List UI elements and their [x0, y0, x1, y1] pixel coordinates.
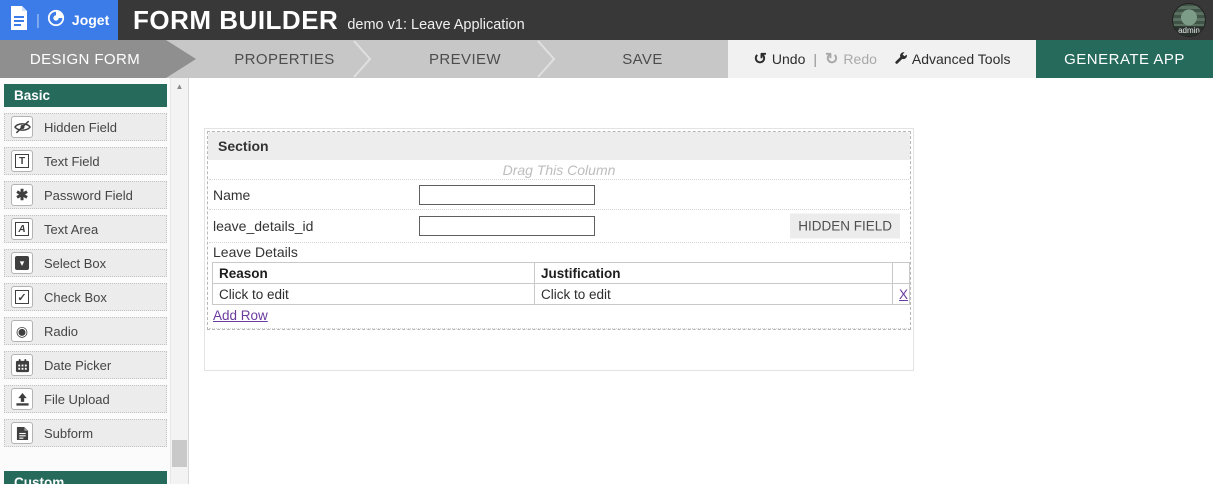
field-label: leave_details_id	[213, 218, 314, 234]
logo-divider: |	[36, 11, 40, 29]
form-section[interactable]: Section Drag This Column Name leave_deta…	[207, 131, 911, 330]
palette-item-label: Check Box	[44, 289, 107, 305]
palette-item-label: Hidden Field	[44, 119, 117, 135]
palette-item-text-field[interactable]: T Text Field	[4, 147, 167, 175]
form-field-name[interactable]: Name	[209, 179, 909, 209]
top-header: | Joget FORM BUILDER demo v1: Leave Appl…	[0, 0, 1213, 40]
undo-button[interactable]: Undo	[772, 51, 805, 67]
palette-item-label: Select Box	[44, 255, 107, 271]
grid-header-row: Reason Justification	[212, 262, 910, 284]
eye-slash-icon	[11, 116, 33, 138]
form-design-area: Section Drag This Column Name leave_deta…	[204, 128, 914, 371]
advanced-tools-button[interactable]: Advanced Tools	[894, 51, 1011, 68]
document-icon	[11, 422, 33, 444]
grid-column-justification: Justification	[534, 262, 893, 284]
palette-item-label: Text Area	[44, 221, 99, 237]
element-palette: Basic Hidden Field T Text Field ✱ Passwo…	[0, 78, 170, 484]
logo-area[interactable]: | Joget	[0, 0, 118, 40]
undo-redo-panel: ↺ Undo | ↻ Redo Advanced Tools	[728, 40, 1036, 78]
grid-column-reason: Reason	[212, 262, 535, 284]
palette-item-label: Text Field	[44, 153, 100, 169]
form-grid-element[interactable]: Leave Details Reason Justification Click…	[209, 242, 910, 329]
name-input[interactable]	[419, 184, 595, 205]
page-subtitle: demo v1: Leave Application	[347, 17, 525, 33]
document-page-icon	[9, 5, 29, 36]
grid-cell-reason[interactable]: Click to edit	[212, 283, 535, 305]
palette-section-basic[interactable]: Basic	[4, 84, 167, 107]
boxed-t-icon: T	[11, 150, 33, 172]
form-builder-app: | Joget FORM BUILDER demo v1: Leave Appl…	[0, 0, 1213, 484]
palette-item-label: File Upload	[44, 391, 110, 407]
avatar-label: admin	[1173, 26, 1205, 36]
brand-name: Joget	[71, 12, 110, 28]
palette-section-custom[interactable]: Custom	[4, 471, 167, 484]
main-content: Basic Hidden Field T Text Field ✱ Passwo…	[0, 78, 1213, 484]
palette-item-label: Password Field	[44, 187, 133, 203]
form-canvas: Section Drag This Column Name leave_deta…	[188, 78, 1213, 484]
chevron-separator-icon	[537, 40, 556, 78]
grid-column-actions	[892, 262, 910, 284]
palette-item-label: Radio	[44, 323, 78, 339]
palette-item-radio[interactable]: ◉ Radio	[4, 317, 167, 345]
palette-item-file-upload[interactable]: File Upload	[4, 385, 167, 413]
calendar-icon	[11, 354, 33, 376]
add-row-link[interactable]: Add Row	[213, 308, 268, 323]
avatar[interactable]: admin	[1172, 3, 1206, 37]
palette-item-label: Date Picker	[44, 357, 112, 373]
grid-cell-justification[interactable]: Click to edit	[534, 283, 893, 305]
section-header[interactable]: Section	[208, 132, 910, 160]
field-label: Name	[213, 186, 251, 203]
grid-label: Leave Details	[213, 244, 298, 260]
boxed-a-icon: A	[11, 218, 33, 240]
tab-bar: DESIGN FORM PROPERTIES PREVIEW SAVE ↺ Un…	[0, 40, 1213, 78]
upload-icon	[11, 388, 33, 410]
chevron-separator-icon	[353, 40, 372, 78]
palette-item-text-area[interactable]: A Text Area	[4, 215, 167, 243]
asterisk-icon: ✱	[11, 184, 33, 206]
tab-preview[interactable]: PREVIEW	[373, 40, 557, 78]
leave-details-id-input[interactable]	[419, 216, 595, 236]
delete-row-link[interactable]: X	[899, 287, 908, 302]
hidden-field-badge: HIDDEN FIELD	[790, 213, 900, 239]
palette-item-subform[interactable]: Subform	[4, 419, 167, 447]
redo-button[interactable]: Redo	[843, 51, 876, 67]
checkbox-icon: ✓	[11, 286, 33, 308]
radio-icon: ◉	[11, 320, 33, 342]
palette-item-check-box[interactable]: ✓ Check Box	[4, 283, 167, 311]
form-field-leave-details-id[interactable]: leave_details_id HIDDEN FIELD	[209, 209, 909, 242]
toolbar-divider: |	[813, 51, 818, 67]
caret-down-box-icon: ▾	[11, 252, 33, 274]
palette-item-label: Subform	[44, 425, 94, 441]
grid-data-row: Click to edit Click to edit X	[212, 283, 910, 305]
redo-icon[interactable]: ↻	[825, 49, 838, 69]
tab-save[interactable]: SAVE	[557, 40, 728, 78]
palette-item-password-field[interactable]: ✱ Password Field	[4, 181, 167, 209]
advanced-tools-label: Advanced Tools	[911, 51, 1011, 67]
palette-scrollbar[interactable]: ▲	[170, 78, 188, 484]
scrollbar-thumb[interactable]	[172, 440, 187, 467]
tab-design-form[interactable]: DESIGN FORM	[0, 40, 196, 78]
drag-column-hint[interactable]: Drag This Column	[208, 160, 910, 179]
joget-logo-icon	[47, 9, 65, 32]
title-area: FORM BUILDER demo v1: Leave Application	[118, 0, 525, 40]
palette-item-select-box[interactable]: ▾ Select Box	[4, 249, 167, 277]
leave-details-grid: Reason Justification Click to edit Click…	[212, 262, 910, 305]
wrench-icon	[894, 51, 908, 68]
undo-icon[interactable]: ↺	[754, 49, 767, 69]
page-title: FORM BUILDER	[133, 5, 339, 35]
tab-properties[interactable]: PROPERTIES	[196, 40, 373, 78]
generate-app-button[interactable]: GENERATE APP	[1036, 40, 1213, 78]
palette-item-hidden-field[interactable]: Hidden Field	[4, 113, 167, 141]
scroll-up-icon[interactable]: ▲	[171, 78, 188, 95]
palette-item-date-picker[interactable]: Date Picker	[4, 351, 167, 379]
